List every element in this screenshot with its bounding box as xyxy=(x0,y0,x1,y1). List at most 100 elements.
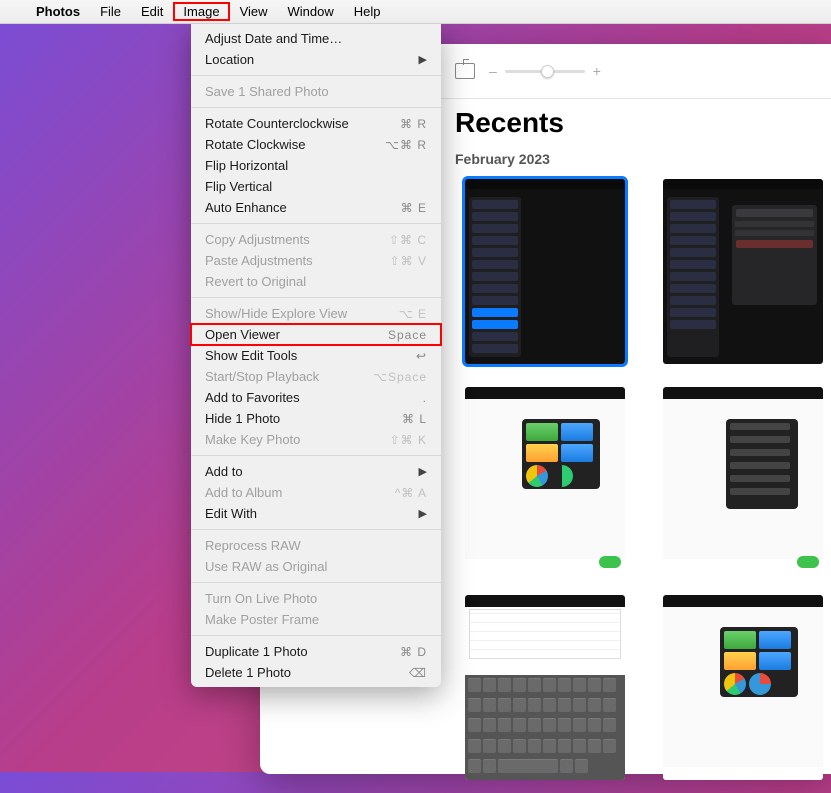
menu-shortcut: ⇧⌘ V xyxy=(390,254,427,268)
menu-item-save-1-shared-photo: Save 1 Shared Photo xyxy=(191,81,441,102)
menu-separator xyxy=(191,297,441,298)
menubar: Photos File Edit Image View Window Help xyxy=(0,0,831,24)
menubar-item-help[interactable]: Help xyxy=(344,2,391,21)
menu-item-use-raw-as-original: Use RAW as Original xyxy=(191,556,441,577)
thumbnail-4[interactable] xyxy=(663,387,823,572)
menu-item-label: Add to Favorites xyxy=(205,390,300,405)
menu-shortcut: ⌘ D xyxy=(400,645,427,659)
menu-shortcut: ⇧⌘ C xyxy=(389,233,427,247)
menu-item-add-to-album: Add to Album ^⌘ A xyxy=(191,482,441,503)
thumbnail-1[interactable] xyxy=(465,179,625,364)
menu-separator xyxy=(191,635,441,636)
menu-item-label: Open Viewer xyxy=(205,327,280,342)
menu-item-auto-enhance[interactable]: Auto Enhance ⌘ E xyxy=(191,197,441,218)
menu-item-label: Edit With xyxy=(205,506,257,521)
menu-item-label: Save 1 Shared Photo xyxy=(205,84,329,99)
menu-item-flip-horizontal[interactable]: Flip Horizontal xyxy=(191,155,441,176)
menu-item-label: Paste Adjustments xyxy=(205,253,313,268)
menu-shortcut: ⌘ E xyxy=(401,201,427,215)
menu-item-reprocess-raw: Reprocess RAW xyxy=(191,535,441,556)
menu-separator xyxy=(191,223,441,224)
menu-item-label: Auto Enhance xyxy=(205,200,287,215)
menubar-item-image[interactable]: Image xyxy=(173,2,229,21)
menu-item-label: Flip Horizontal xyxy=(205,158,288,173)
menu-item-label: Add to xyxy=(205,464,243,479)
menu-item-make-poster-frame: Make Poster Frame xyxy=(191,609,441,630)
chevron-right-icon: ▶ xyxy=(419,507,427,520)
menu-item-add-to[interactable]: Add to ▶ xyxy=(191,461,441,482)
menu-separator xyxy=(191,75,441,76)
menu-item-show-hide-explore-view: Show/Hide Explore View ⌥ E xyxy=(191,303,441,324)
thumbnail-5[interactable] xyxy=(465,595,625,780)
menu-item-adjust-date-and-time[interactable]: Adjust Date and Time… xyxy=(191,28,441,49)
menu-item-label: Rotate Clockwise xyxy=(205,137,305,152)
chevron-right-icon: ▶ xyxy=(419,465,427,478)
menu-separator xyxy=(191,455,441,456)
menu-item-label: Make Key Photo xyxy=(205,432,300,447)
menu-item-turn-on-live-photo: Turn On Live Photo xyxy=(191,588,441,609)
menu-item-label: Show/Hide Explore View xyxy=(205,306,347,321)
menu-shortcut: ⌥⌘ R xyxy=(385,138,427,152)
menu-item-show-edit-tools[interactable]: Show Edit Tools ↩ xyxy=(191,345,441,366)
menu-shortcut: . xyxy=(423,391,427,405)
menu-item-flip-vertical[interactable]: Flip Vertical xyxy=(191,176,441,197)
menu-item-delete-1-photo[interactable]: Delete 1 Photo ⌫ xyxy=(191,662,441,683)
menu-shortcut: ⇧⌘ K xyxy=(390,433,427,447)
menu-item-label: Hide 1 Photo xyxy=(205,411,280,426)
menu-item-label: Make Poster Frame xyxy=(205,612,319,627)
menu-shortcut: ⌥ E xyxy=(399,307,427,321)
menu-item-open-viewer[interactable]: Open Viewer Space xyxy=(191,324,441,345)
menu-item-hide-1-photo[interactable]: Hide 1 Photo⌘ L xyxy=(191,408,441,429)
menu-item-rotate-clockwise[interactable]: Rotate Clockwise ⌥⌘ R xyxy=(191,134,441,155)
menu-item-duplicate-1-photo[interactable]: Duplicate 1 Photo⌘ D xyxy=(191,641,441,662)
page-title: Recents xyxy=(455,107,820,139)
chevron-right-icon: ▶ xyxy=(419,53,427,66)
menu-shortcut: ⌘ R xyxy=(400,117,427,131)
menu-item-label: Flip Vertical xyxy=(205,179,272,194)
menu-separator xyxy=(191,107,441,108)
thumbnail-2[interactable] xyxy=(663,179,823,364)
menu-item-label: Adjust Date and Time… xyxy=(205,31,342,46)
image-menu-dropdown: Adjust Date and Time… Location ▶ Save 1 Sha… xyxy=(191,24,441,687)
thumbnail-3[interactable] xyxy=(465,387,625,572)
zoom-plus[interactable]: + xyxy=(593,63,601,79)
menu-shortcut: ^⌘ A xyxy=(395,486,427,500)
menubar-item-edit[interactable]: Edit xyxy=(131,2,173,21)
menubar-app[interactable]: Photos xyxy=(26,2,90,21)
menu-item-label: Reprocess RAW xyxy=(205,538,301,553)
photos-window: – + Recents February 2023 xyxy=(440,44,831,774)
menu-item-paste-adjustments: Paste Adjustments ⇧⌘ V xyxy=(191,250,441,271)
menu-separator xyxy=(191,582,441,583)
menu-item-label: Revert to Original xyxy=(205,274,306,289)
menu-shortcut: Space xyxy=(388,328,427,342)
zoom-minus[interactable]: – xyxy=(489,63,497,79)
menu-item-label: Show Edit Tools xyxy=(205,348,297,363)
menu-item-label: Delete 1 Photo xyxy=(205,665,291,680)
menu-item-start-stop-playback: Start/Stop Playback ⌥Space xyxy=(191,366,441,387)
menubar-item-window[interactable]: Window xyxy=(278,2,344,21)
menu-item-add-to-favorites[interactable]: Add to Favorites. xyxy=(191,387,441,408)
menu-shortcut: ⌥Space xyxy=(373,370,427,384)
menu-shortcut: ↩ xyxy=(416,349,427,363)
zoom-slider-wrap: – + xyxy=(489,63,601,79)
zoom-thumb[interactable] xyxy=(541,65,554,78)
menu-item-rotate-counterclockwise[interactable]: Rotate Counterclockwise⌘ R xyxy=(191,113,441,134)
menu-item-label: Copy Adjustments xyxy=(205,232,310,247)
menu-separator xyxy=(191,529,441,530)
menu-shortcut: ⌫ xyxy=(409,666,427,680)
menu-item-location[interactable]: Location ▶ xyxy=(191,49,441,70)
menu-item-label: Turn On Live Photo xyxy=(205,591,317,606)
menu-item-label: Start/Stop Playback xyxy=(205,369,319,384)
menu-item-copy-adjustments: Copy Adjustments ⇧⌘ C xyxy=(191,229,441,250)
menu-item-label: Location xyxy=(205,52,254,67)
zoom-slider[interactable] xyxy=(505,70,585,73)
menubar-item-view[interactable]: View xyxy=(230,2,278,21)
date-label: February 2023 xyxy=(455,151,820,167)
menubar-item-file[interactable]: File xyxy=(90,2,131,21)
menu-item-make-key-photo: Make Key Photo ⇧⌘ K xyxy=(191,429,441,450)
thumbnail-6[interactable] xyxy=(663,595,823,780)
menu-item-label: Add to Album xyxy=(205,485,282,500)
aspect-icon[interactable] xyxy=(455,63,475,79)
menu-item-edit-with[interactable]: Edit With ▶ xyxy=(191,503,441,524)
menu-item-label: Use RAW as Original xyxy=(205,559,327,574)
